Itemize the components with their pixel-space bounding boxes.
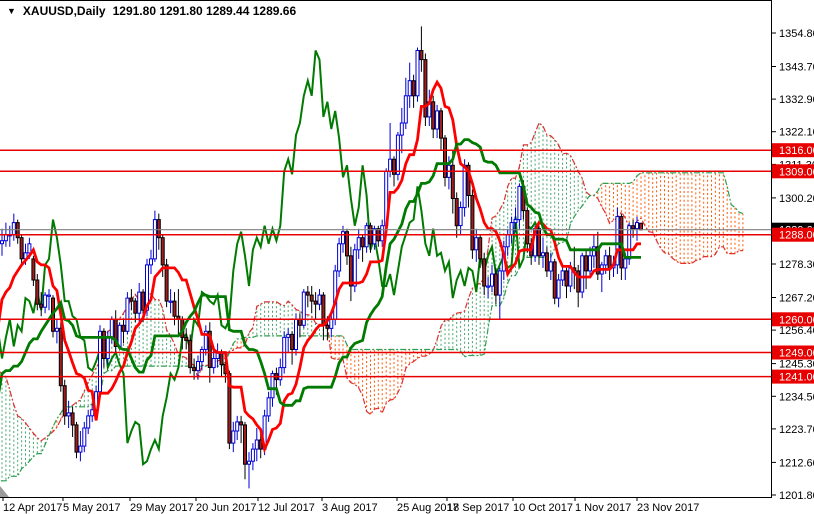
price-tick-label: 1223.70 [779,424,814,436]
svg-text:1260.00: 1260.00 [779,314,814,326]
level-price-badge: 1249.00 [772,346,814,360]
svg-text:1288.00: 1288.00 [779,230,814,242]
price-axis[interactable]: 1354.801343.701332.901322.101311.301300.… [771,28,814,502]
svg-text:1316.00: 1316.00 [779,145,814,157]
price-tick-label: 1354.80 [779,28,814,40]
svg-text:1309.00: 1309.00 [779,166,814,178]
level-price-badge: 1260.00 [772,312,814,326]
price-tick-label: 1201.80 [779,490,814,502]
ichimoku-cloud [0,123,743,485]
price-tick-label: 1322.10 [779,127,814,139]
date-label: 1 Nov 2017 [575,502,631,514]
date-label: 23 Nov 2017 [637,502,699,514]
price-tick-label: 1300.20 [779,193,814,205]
chart-title: ▼ XAUUSD,Daily 1291.80 1291.80 1289.44 1… [7,4,296,18]
price-chart[interactable]: 1354.801343.701332.901322.101311.301300.… [0,0,814,514]
time-axis[interactable]: 12 Apr 20175 May 2017 29 May 201720 Jun 2… [3,498,699,514]
level-price-badge: 1316.00 [772,143,814,157]
date-label: 3 Aug 2017 [322,502,378,514]
svg-text:1249.00: 1249.00 [779,348,814,360]
quote-ohlc-label: 1291.80 1291.80 1289.44 1289.66 [113,4,297,18]
date-label: 12 Jul 2017 [258,502,315,514]
price-tick-label: 1332.90 [779,94,814,106]
level-price-badge: 1241.00 [772,370,814,384]
one-click-trading-arrow[interactable]: ▼ [7,7,16,16]
level-price-badge: 1288.00 [772,228,814,242]
price-tick-label: 1343.70 [779,62,814,74]
date-label: 29 May 2017 [130,502,194,514]
symbol-period-label: XAUUSD,Daily [23,4,106,18]
price-tick-label: 1278.30 [779,259,814,271]
history-scroll-marker [0,486,9,497]
price-tick-label: 1267.20 [779,293,814,305]
svg-text:1241.00: 1241.00 [779,372,814,384]
price-tick-label: 1245.30 [779,359,814,371]
date-label: 12 Apr 2017 [3,502,62,514]
level-price-badge: 1309.00 [772,164,814,178]
chart-window: 1354.801343.701332.901322.101311.301300.… [0,0,814,514]
price-tick-label: 1234.50 [779,391,814,403]
date-label: 20 Jun 2017 [196,502,257,514]
date-label: 5 May 2017 [63,502,120,514]
date-label: 18 Sep 2017 [447,502,509,514]
price-tick-label: 1256.40 [779,325,814,337]
date-label: 10 Oct 2017 [513,502,573,514]
plot-border [0,0,772,498]
price-tick-label: 1212.60 [779,457,814,469]
kijun-sen-line [0,140,641,406]
